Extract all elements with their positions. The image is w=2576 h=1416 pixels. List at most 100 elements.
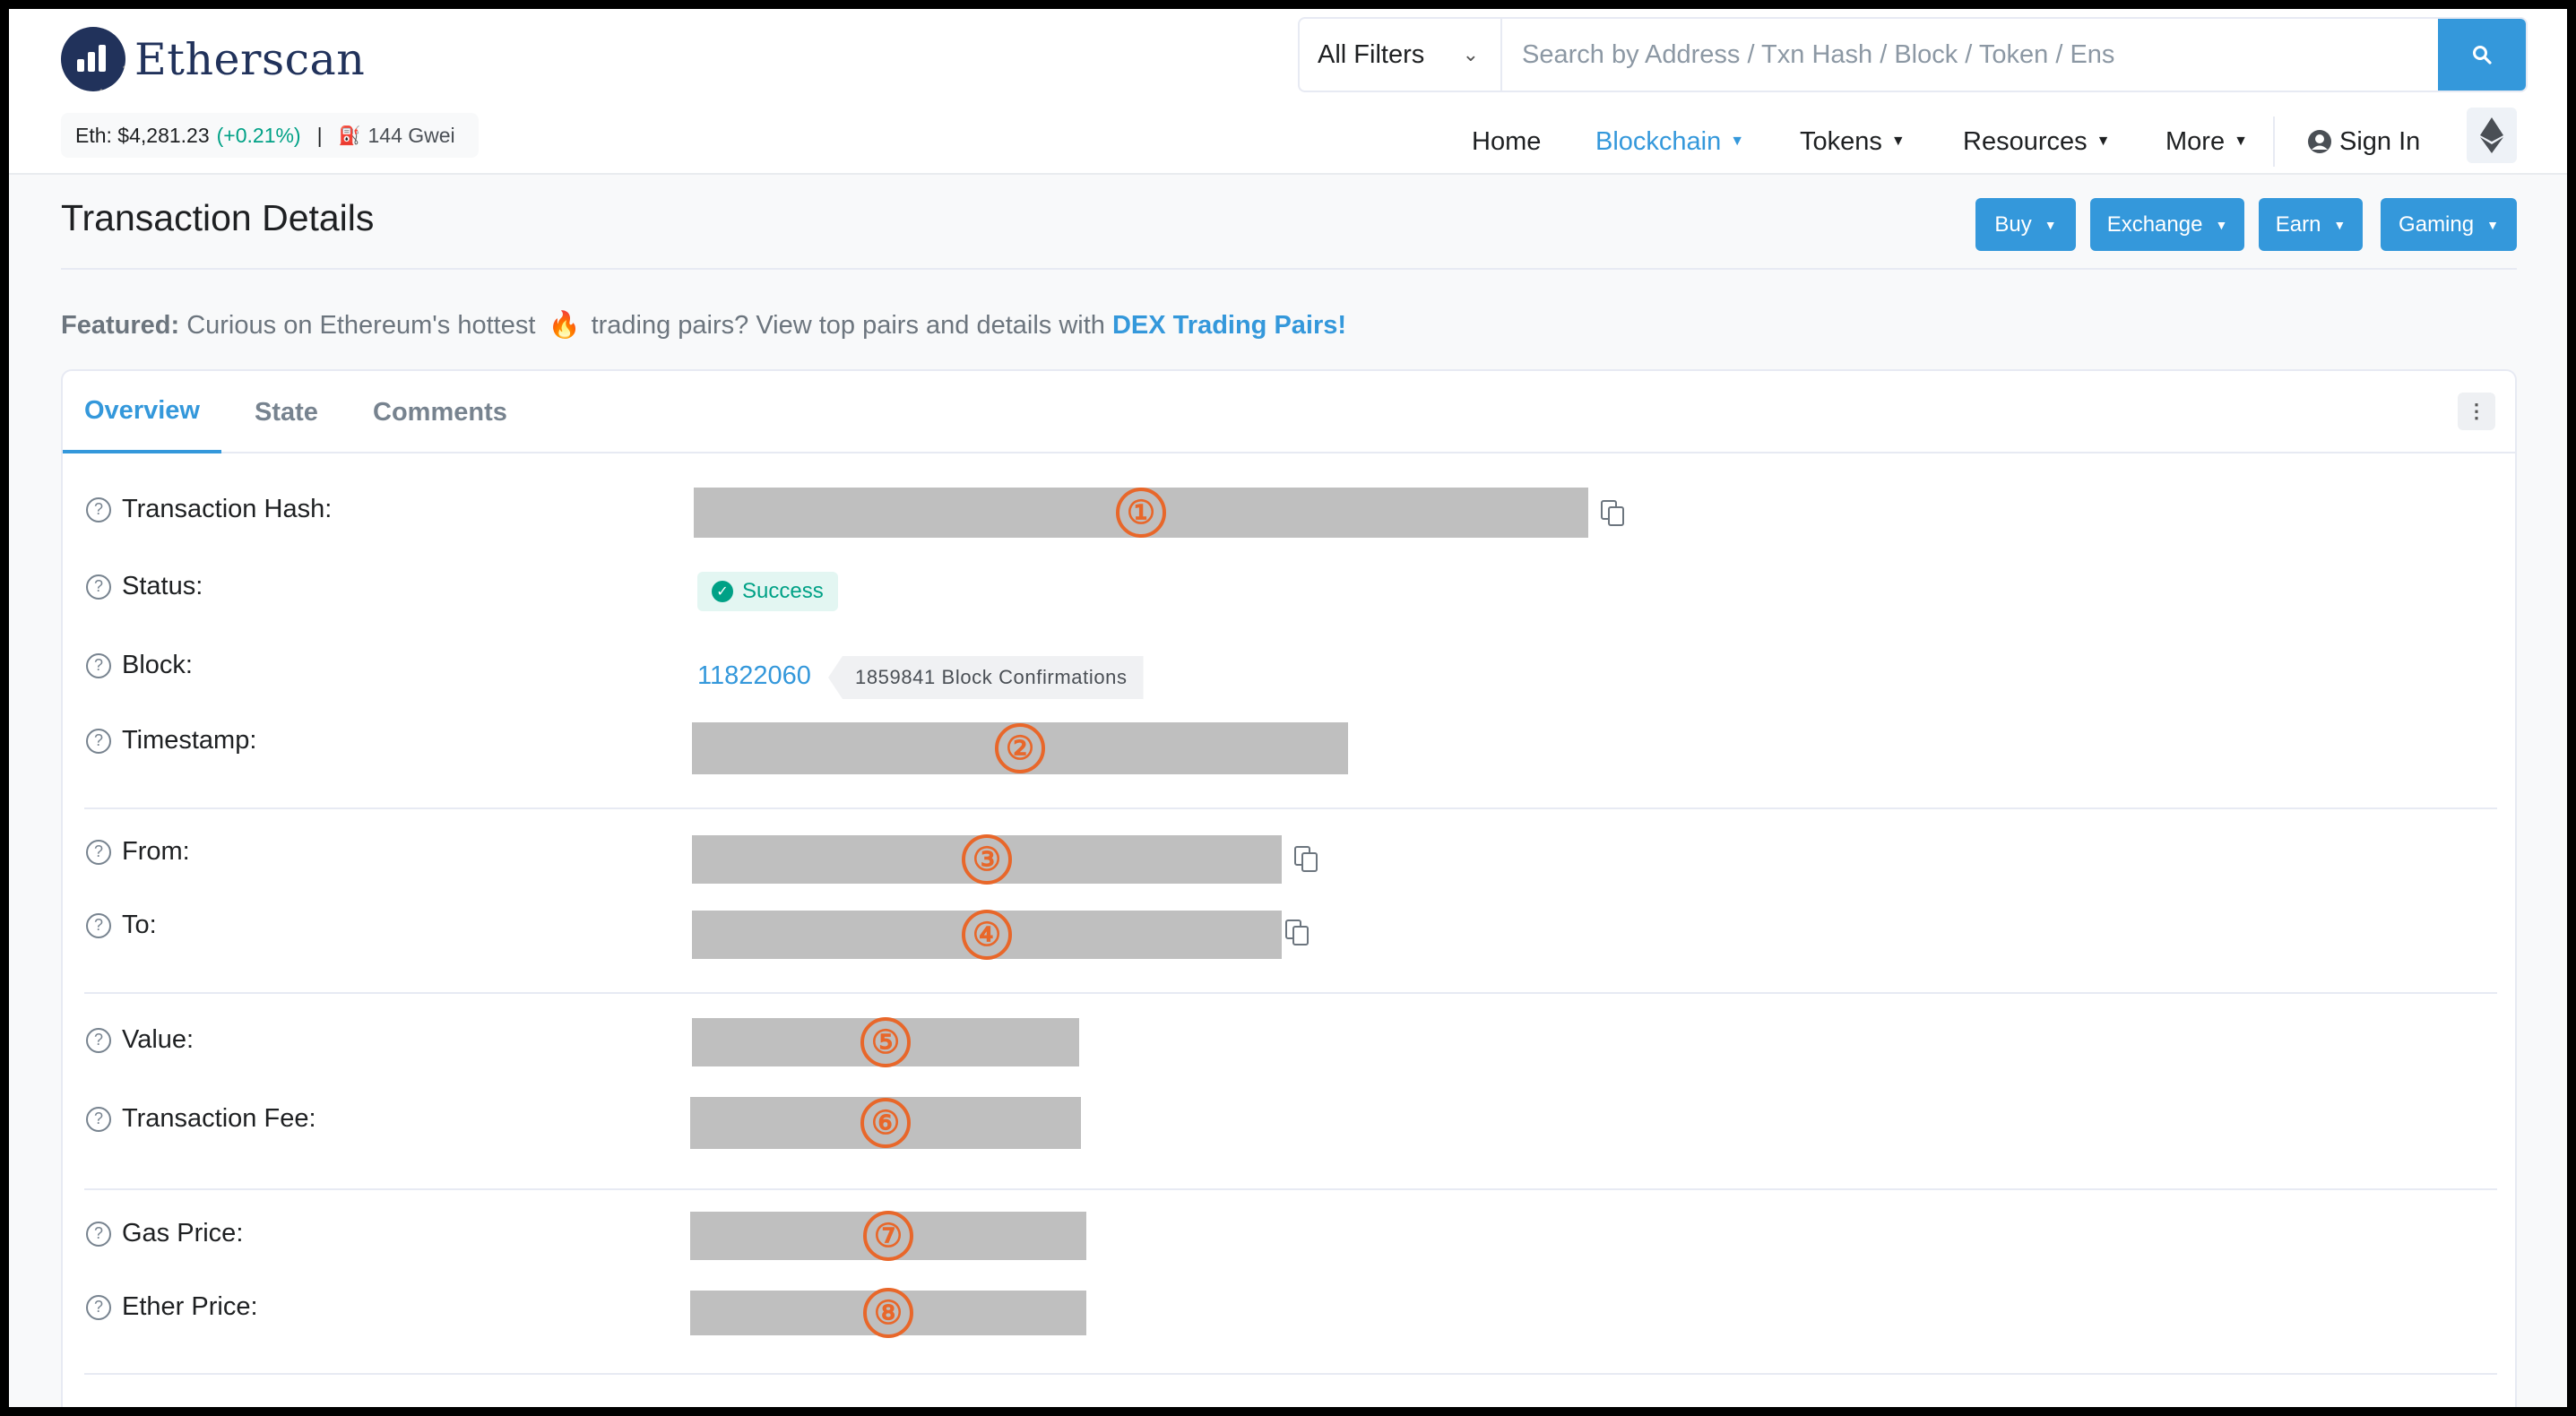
section-divider: [84, 1373, 2497, 1375]
tx-hash-row-label: ? Transaction Hash:: [86, 495, 332, 524]
network-switch-button[interactable]: [2467, 108, 2517, 163]
nav-resources-label: Resources: [1963, 126, 2088, 156]
featured-banner: Featured: Curious on Ethereum's hottest …: [61, 310, 1346, 341]
more-options-icon[interactable]: ⋮: [2458, 393, 2495, 430]
value-row-label: ? Value:: [86, 1025, 194, 1055]
user-circle-icon: [2308, 130, 2331, 153]
buy-button-label: Buy: [1994, 212, 2032, 237]
redaction-marker-6: ⑥: [860, 1098, 911, 1148]
chevron-down-icon: ▼: [2096, 134, 2111, 149]
ether-price-redacted: ⑧: [690, 1288, 1086, 1338]
nav-divider: [2273, 117, 2275, 167]
redaction-marker-4: ④: [962, 910, 1012, 960]
nav-tokens[interactable]: Tokens ▼: [1800, 117, 1906, 167]
section-divider: [84, 807, 2497, 809]
status-label: Status:: [122, 572, 203, 600]
redaction-marker-7: ⑦: [863, 1211, 913, 1261]
search-filter-select[interactable]: All Filters ⌄: [1300, 19, 1502, 91]
block-label: Block:: [122, 651, 193, 679]
to-address-redacted: ④: [692, 910, 1282, 960]
tx-fee-label: Transaction Fee:: [122, 1104, 316, 1133]
copy-icon[interactable]: [1601, 500, 1626, 527]
tab-overview[interactable]: Overview: [63, 371, 221, 453]
gas-price-redacted: ⑦: [690, 1211, 1086, 1261]
search-icon: [2473, 46, 2492, 65]
help-icon[interactable]: ?: [86, 496, 111, 522]
earn-button-label: Earn: [2275, 212, 2321, 237]
gaming-button-label: Gaming: [2399, 212, 2475, 237]
tab-comments[interactable]: Comments: [373, 371, 507, 453]
from-row-label: ? From:: [86, 837, 190, 867]
featured-text-before: Curious on Ethereum's hottest: [186, 311, 536, 340]
tab-state[interactable]: State: [255, 371, 318, 453]
chevron-down-icon: ▼: [1730, 134, 1745, 149]
redaction-marker-8: ⑧: [863, 1288, 913, 1338]
eth-price-bar: Eth: $4,281.23 (+0.21%) | ⛽ 144 Gwei: [61, 113, 479, 158]
chevron-down-icon: ▼: [2234, 134, 2248, 149]
block-confirmations-badge: 1859841 Block Confirmations: [828, 656, 1144, 699]
ether-price-row-label: ? Ether Price:: [86, 1292, 258, 1322]
chevron-down-icon: ▼: [2333, 217, 2347, 232]
chevron-down-icon: ▼: [2486, 217, 2499, 232]
search-input[interactable]: [1502, 19, 2438, 91]
help-icon[interactable]: ?: [86, 1294, 111, 1320]
search-button[interactable]: [2438, 19, 2526, 91]
nav-blockchain-label: Blockchain: [1595, 126, 1722, 156]
chevron-down-icon: ▼: [2044, 217, 2057, 232]
tx-fee-row-label: ? Transaction Fee:: [86, 1104, 316, 1134]
etherscan-logo[interactable]: Etherscan: [61, 25, 365, 93]
block-row-label: ? Block:: [86, 651, 193, 680]
nav-more-label: More: [2165, 126, 2226, 156]
chevron-down-icon: ▼: [1890, 134, 1906, 149]
help-icon[interactable]: ?: [86, 912, 111, 938]
help-icon[interactable]: ?: [86, 728, 111, 754]
nav-home[interactable]: Home: [1472, 117, 1541, 167]
title-divider: [61, 268, 2517, 270]
buy-button[interactable]: Buy ▼: [1975, 198, 2076, 251]
nav-home-label: Home: [1472, 126, 1542, 156]
section-divider: [84, 992, 2497, 994]
from-address-redacted: ③: [692, 834, 1282, 885]
tx-fee-redacted: ⑥: [690, 1097, 1081, 1149]
sign-in-label: Sign In: [2339, 126, 2421, 156]
exchange-button[interactable]: Exchange ▼: [2090, 198, 2244, 251]
timestamp-redacted: ②: [692, 722, 1348, 774]
gas-price[interactable]: 144 Gwei: [367, 124, 454, 148]
help-icon[interactable]: ?: [86, 652, 111, 678]
page-title: Transaction Details: [61, 197, 375, 238]
redaction-marker-2: ②: [995, 723, 1045, 773]
copy-icon[interactable]: [1294, 846, 1319, 873]
search-filter-label: All Filters: [1318, 39, 1425, 69]
nav-more[interactable]: More ▼: [2165, 117, 2248, 167]
help-icon[interactable]: ?: [86, 1221, 111, 1247]
copy-icon[interactable]: [1285, 920, 1310, 946]
status-row-label: ? Status:: [86, 572, 203, 601]
nav-resources[interactable]: Resources ▼: [1963, 117, 2110, 167]
eth-price[interactable]: Eth: $4,281.23: [75, 124, 210, 148]
redaction-marker-5: ⑤: [860, 1017, 911, 1067]
tab-state-label: State: [255, 397, 318, 427]
gas-price-row-label: ? Gas Price:: [86, 1219, 243, 1248]
sign-in-link[interactable]: Sign In: [2307, 117, 2420, 167]
exchange-button-label: Exchange: [2106, 212, 2203, 237]
dex-trading-pairs-link[interactable]: DEX Trading Pairs!: [1112, 311, 1346, 340]
search-bar: All Filters ⌄: [1298, 17, 2528, 92]
help-icon[interactable]: ?: [86, 839, 111, 865]
logo-text: Etherscan: [134, 33, 366, 85]
tab-comments-label: Comments: [373, 397, 507, 427]
eth-price-change: (+0.21%): [216, 123, 301, 147]
price-separator: |: [316, 123, 323, 147]
to-row-label: ? To:: [86, 911, 157, 940]
timestamp-row-label: ? Timestamp:: [86, 726, 256, 755]
block-number-link[interactable]: 11822060: [697, 661, 811, 691]
tx-hash-label: Transaction Hash:: [122, 495, 333, 523]
timestamp-label: Timestamp:: [122, 726, 257, 755]
earn-button[interactable]: Earn ▼: [2259, 198, 2363, 251]
help-icon[interactable]: ?: [86, 1027, 111, 1053]
gaming-button[interactable]: Gaming ▼: [2381, 198, 2517, 251]
help-icon[interactable]: ?: [86, 574, 111, 600]
tx-hash-redacted: ①: [694, 488, 1588, 538]
help-icon[interactable]: ?: [86, 1106, 111, 1132]
nav-blockchain[interactable]: Blockchain ▼: [1595, 117, 1744, 167]
tab-overview-label: Overview: [84, 395, 200, 425]
